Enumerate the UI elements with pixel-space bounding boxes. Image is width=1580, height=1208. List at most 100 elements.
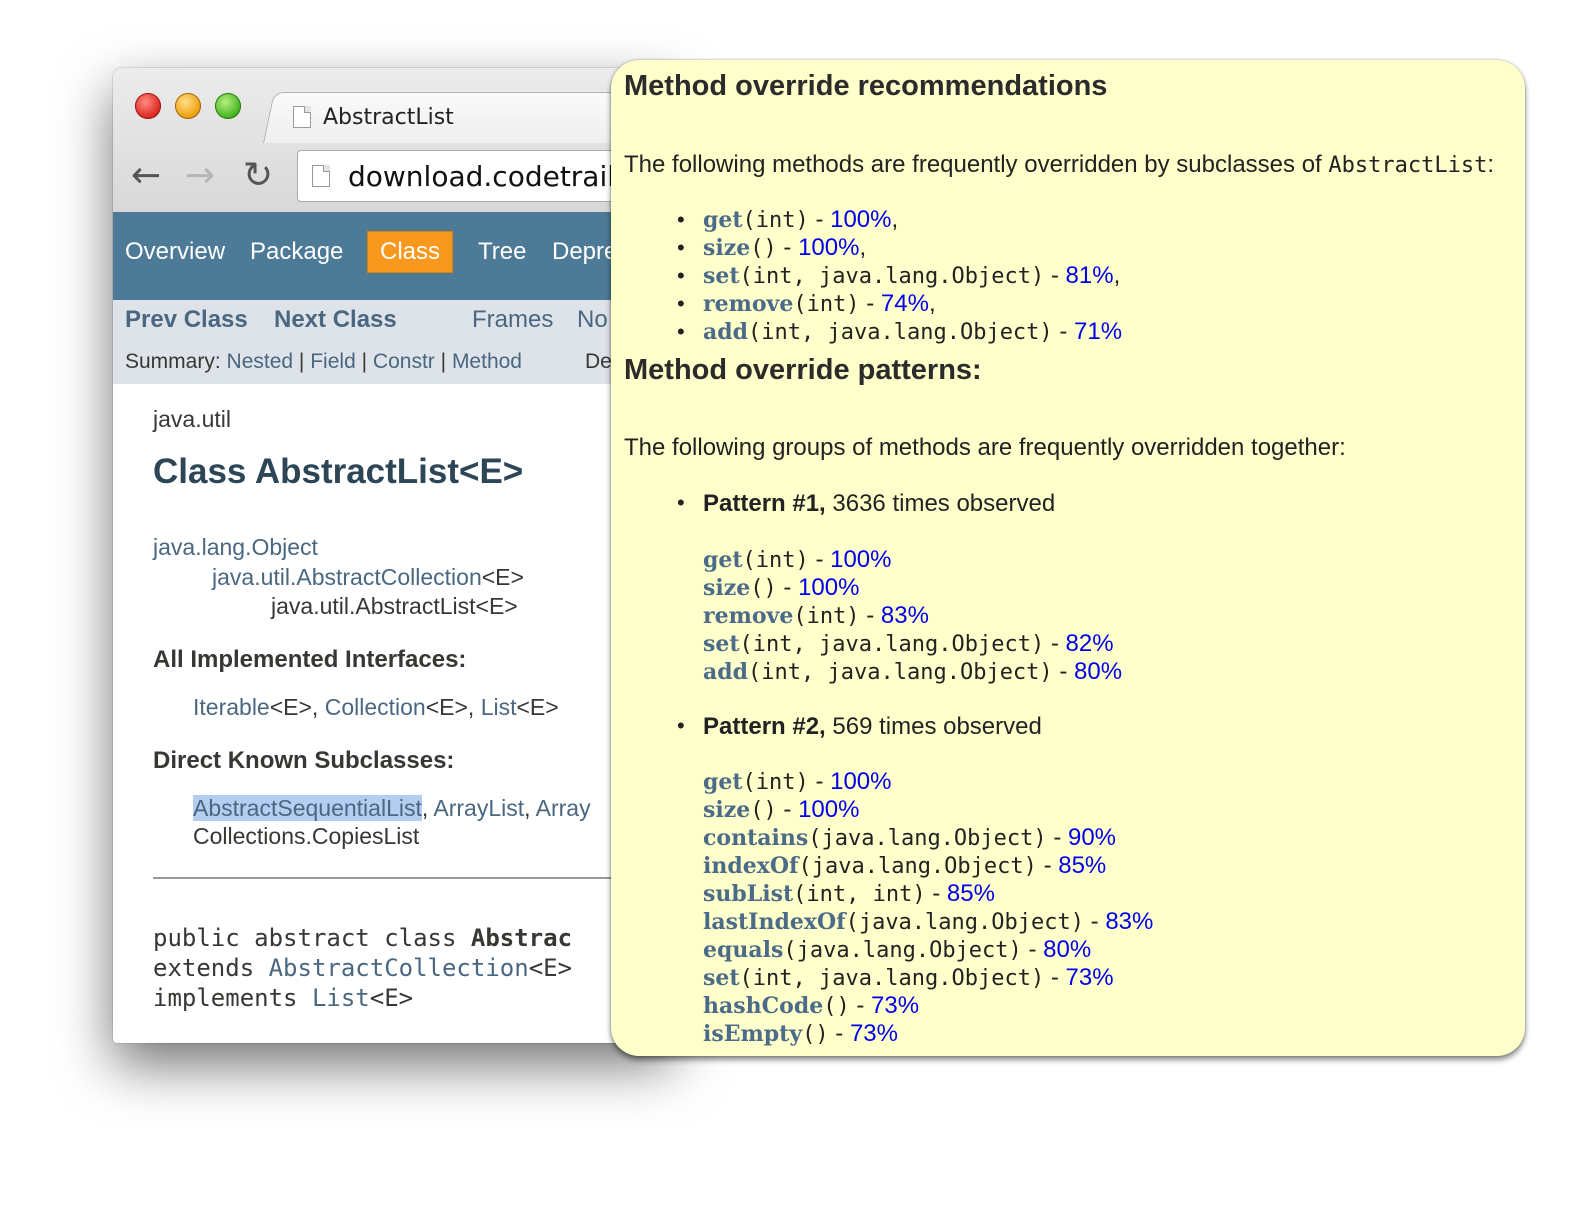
subclasses-heading: Direct Known Subclasses: [153,747,455,774]
nav-class[interactable]: Class [367,231,454,273]
interface-iterable-link[interactable]: Iterable [193,694,270,720]
signature-modifiers: public abstract class [153,924,471,952]
interface-collection-link[interactable]: Collection [325,694,426,720]
close-window-button[interactable] [135,93,161,119]
override-percentage: 100% [830,546,892,573]
javadoc-top-nav: Overview Package Class Tree Depre [113,212,673,300]
method-separator: - [1084,908,1106,935]
nav-package[interactable]: Package [250,238,343,266]
method-line: hashCode() - 73% [703,992,919,1020]
summary-field-link[interactable]: Field [310,350,356,373]
recommendations-heading: Method override recommendations [624,70,1108,102]
class-title: Class AbstractList<E> [153,452,524,491]
override-percentage: 73% [871,992,920,1019]
method-args: (java.lang.Object) [845,910,1084,935]
subclass-abstractsequentiallist-link[interactable]: AbstractSequentialList [193,795,422,821]
pattern-observed: 569 times observed [825,713,1042,740]
override-percentage: 85% [1058,852,1107,879]
method-name-link[interactable]: contains [703,825,808,851]
method-name-link[interactable]: remove [703,291,793,317]
method-line: contains(java.lang.Object) - 90% [703,824,1116,852]
minimize-window-button[interactable] [175,93,201,119]
detail-label: De [585,350,612,373]
method-line: • set(int, java.lang.Object) - 81%, [677,262,1120,290]
bullet: • [677,263,685,288]
method-name-link[interactable]: set [703,631,740,657]
package-name: java.util [153,406,231,432]
javadoc-content: java.util Class AbstractList<E> java.lan… [113,384,673,1043]
no-frames-link[interactable]: No [577,306,608,334]
summary-nested-link[interactable]: Nested [227,350,294,373]
override-percentage: 73% [1065,964,1114,991]
method-name-link[interactable]: subList [703,881,793,907]
method-name-link[interactable]: get [703,547,743,573]
method-separator: - [1052,658,1074,685]
separator: | [440,350,447,373]
signature-superclass-link[interactable]: AbstractCollection [269,954,529,982]
method-separator: - [1036,852,1059,879]
nav-overview[interactable]: Overview [125,238,225,266]
signature-line-1: public abstract class Abstrac [153,924,572,952]
browser-chrome: AbstractList ← → ↻ download.codetrails [113,68,673,213]
override-percentage: 82% [1065,630,1114,657]
method-name-link[interactable]: equals [703,937,783,963]
method-name-link[interactable]: set [703,965,740,991]
method-name-link[interactable]: size [703,797,750,823]
url-text[interactable]: download.codetrails [348,160,630,193]
divider [153,877,673,879]
method-args: (int, java.lang.Object) [739,632,1045,657]
method-name-link[interactable]: size [703,235,750,261]
zoom-window-button[interactable] [215,93,241,119]
override-percentage: 100% [798,796,860,823]
prev-class-link[interactable]: Prev Class [125,306,248,334]
patterns-heading: Method override patterns: [624,354,982,386]
trailing-comma: , [859,234,867,261]
method-separator: - [828,1020,850,1047]
trailing-comma: , [891,206,899,233]
method-separator: - [859,290,881,317]
reload-icon[interactable]: ↻ [243,156,273,196]
method-name-link[interactable]: set [703,263,740,289]
interface-suffix: <E>, [425,694,481,720]
method-line: subList(int, int) - 85% [703,880,995,908]
subclass-copieslist-link[interactable]: Collections.CopiesList [193,823,419,850]
method-line: indexOf(java.lang.Object) - 85% [703,852,1106,880]
subclass-array-link[interactable]: Array [536,795,591,821]
method-name-link[interactable]: size [703,575,750,601]
method-name-link[interactable]: hashCode [703,993,823,1019]
subclasses-list: AbstractSequentialList, ArrayList, Array [193,795,591,822]
summary-method-link[interactable]: Method [452,350,522,373]
nav-deprecated[interactable]: Depre [552,238,617,266]
subclass-arraylist-link[interactable]: ArrayList [433,795,524,821]
browser-tab-content[interactable]: AbstractList [293,92,454,142]
page-icon [312,165,330,187]
next-class-link[interactable]: Next Class [274,306,397,334]
method-name-link[interactable]: lastIndexOf [703,909,846,935]
method-name-link[interactable]: get [703,769,743,795]
method-args: (java.lang.Object) [783,938,1022,963]
method-name-link[interactable]: isEmpty [703,1021,802,1047]
method-name-link[interactable]: indexOf [703,853,798,879]
method-name-link[interactable]: remove [703,603,793,629]
method-separator: - [925,880,947,907]
signature-interface-link[interactable]: List [312,984,370,1012]
method-line: • size() - 100%, [677,234,867,262]
method-separator: - [776,234,799,261]
method-line: • remove(int) - 74%, [677,290,936,318]
type-param: <E> [528,954,573,982]
method-args: (java.lang.Object) [808,826,1047,851]
back-arrow-icon[interactable]: ← [131,156,161,196]
inherit-object-link[interactable]: java.lang.Object [153,534,318,561]
method-name-link[interactable]: add [703,659,748,685]
frames-link[interactable]: Frames [472,306,553,334]
forward-arrow-icon[interactable]: → [185,156,215,196]
inherit-abstractcollection-link[interactable]: java.util.AbstractCollection [212,564,482,590]
method-args: (int, int) [793,882,926,907]
method-separator: - [808,546,831,573]
summary-constr-link[interactable]: Constr [373,350,435,373]
override-percentage: 100% [798,574,860,601]
nav-tree[interactable]: Tree [478,238,526,266]
interface-list-link[interactable]: List [481,694,517,720]
method-name-link[interactable]: get [703,207,743,233]
method-name-link[interactable]: add [703,319,748,345]
